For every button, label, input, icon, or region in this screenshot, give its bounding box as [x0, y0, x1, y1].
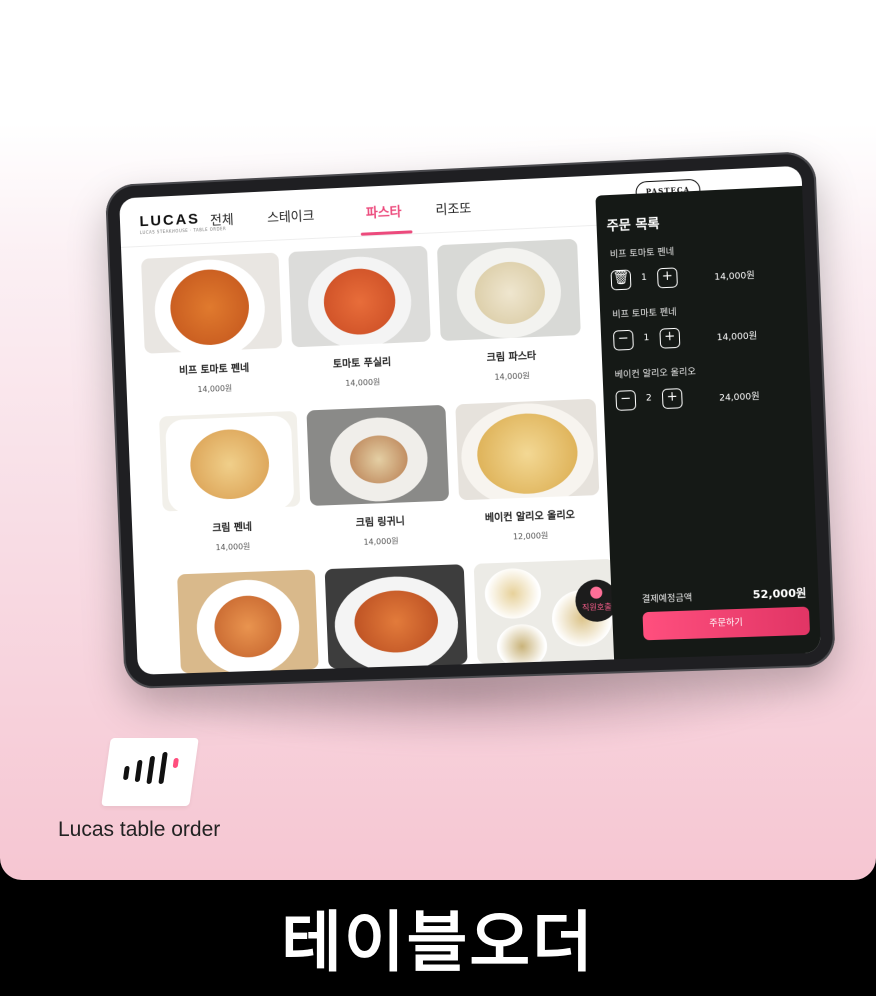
total-label: 결제예정금액 [641, 593, 693, 606]
order-item-name: 비프 토마토 펜네 [612, 307, 677, 321]
menu-item-beef-tomato-penne[interactable]: 비프 토마토 펜네 14,000원 [141, 252, 284, 398]
hero-card: LUCAS LUCAS STEAKHOUSE · TABLE ORDER 전체 … [0, 0, 876, 880]
menu-item-name: 베이컨 알리오 올리오 [484, 510, 576, 525]
menu-item-price: 14,000원 [363, 536, 399, 547]
order-item-qty: 1 [643, 333, 650, 344]
plus-icon[interactable]: + [659, 327, 681, 349]
menu-item-price: 14,000원 [215, 541, 251, 553]
total-value: 52,000원 [752, 586, 807, 602]
order-panel-title: 주문 목록 [606, 216, 660, 235]
minus-icon[interactable]: − [612, 329, 634, 351]
tab-risotto[interactable]: 리조또 [435, 198, 471, 219]
lucas-app-icon [101, 738, 199, 806]
menu-item-name: 크림 링귀니 [355, 516, 406, 530]
tagliatelle-dish-icon [324, 564, 468, 669]
place-order-button[interactable]: 주문하기 [642, 606, 811, 641]
quantity-stepper: 🗑 1 + 14,000원 [610, 264, 756, 293]
order-item: 베이컨 알리오 올리오 − 2 + 24,000원 [614, 362, 760, 413]
menu-item-price: 12,000원 [512, 531, 549, 542]
active-tab-indicator [360, 230, 413, 236]
order-item-qty: 2 [645, 393, 652, 404]
order-item-name: 베이컨 알리오 올리오 [614, 367, 697, 381]
shrimp-spaghetti-dish-icon [177, 569, 319, 674]
order-item-price: 24,000원 [718, 392, 760, 404]
menu-item-bacon-aglio-olio[interactable]: 베이컨 알리오 올리오 12,000원 [455, 398, 601, 545]
order-panel: 주문 목록 비프 토마토 펜네 🗑 1 + 14,000원 비프 토마토 펜네 … [595, 185, 821, 660]
plus-icon[interactable]: + [656, 267, 678, 289]
order-item: 비프 토마토 펜네 − 1 + 14,000원 [612, 301, 758, 352]
menu-item-cream-linguine[interactable]: 크림 링귀니 14,000원 [306, 404, 450, 550]
order-item-price: 14,000원 [716, 331, 758, 344]
staff-call-label: 직원호출 [581, 602, 612, 613]
menu-item-cream-pasta[interactable]: 크림 파스타 14,000원 [436, 238, 583, 385]
menu-item-shrimp-spaghetti[interactable] [177, 569, 319, 674]
tablet-device: LUCAS LUCAS STEAKHOUSE · TABLE ORDER 전체 … [104, 150, 836, 690]
tab-steak[interactable]: 스테이크 [267, 205, 315, 226]
menu-item-name: 비프 토마토 펜네 [178, 363, 250, 378]
quantity-stepper: − 1 + 14,000원 [612, 324, 758, 352]
minus-icon[interactable]: − [615, 390, 637, 411]
menu-item-name: 크림 파스타 [486, 350, 537, 365]
aglio-olio-dish-icon [455, 398, 600, 501]
brand-name: Lucas table order [58, 818, 221, 841]
order-item-price: 14,000원 [714, 270, 755, 283]
cream-linguine-dish-icon [306, 404, 450, 506]
menu-item-tagliatelle[interactable] [324, 564, 468, 669]
tablet-screen: LUCAS LUCAS STEAKHOUSE · TABLE ORDER 전체 … [119, 165, 821, 675]
menu-item-cream-penne[interactable]: 크림 펜네 14,000원 [159, 410, 302, 555]
cream-pasta-dish-icon [436, 238, 581, 342]
menu-item-name: 크림 펜네 [212, 522, 253, 535]
order-item-qty: 1 [640, 272, 648, 284]
order-item: 비프 토마토 펜네 🗑 1 + 14,000원 [610, 241, 756, 293]
cream-penne-dish-icon [159, 410, 301, 512]
penne-tomato-dish-icon [141, 252, 283, 354]
menu-item-price: 14,000원 [494, 371, 531, 382]
tab-all[interactable]: 전체 [210, 209, 234, 229]
plus-icon[interactable]: + [661, 388, 683, 410]
menu-item-price: 14,000원 [345, 377, 381, 388]
fusilli-tomato-dish-icon [288, 245, 431, 348]
order-item-name: 비프 토마토 펜네 [609, 247, 675, 261]
tab-pasta[interactable]: 파스타 [366, 201, 402, 222]
menu-item-tomato-fusilli[interactable]: 토마토 푸실리 14,000원 [288, 245, 432, 391]
bell-icon [589, 586, 603, 599]
menu-item-price: 14,000원 [197, 383, 233, 395]
menu-item-name: 토마토 푸실리 [332, 357, 392, 371]
quantity-stepper: − 2 + 24,000원 [615, 385, 760, 413]
trash-icon[interactable]: 🗑 [610, 269, 632, 291]
page-title: 테이블오더 [281, 904, 595, 981]
